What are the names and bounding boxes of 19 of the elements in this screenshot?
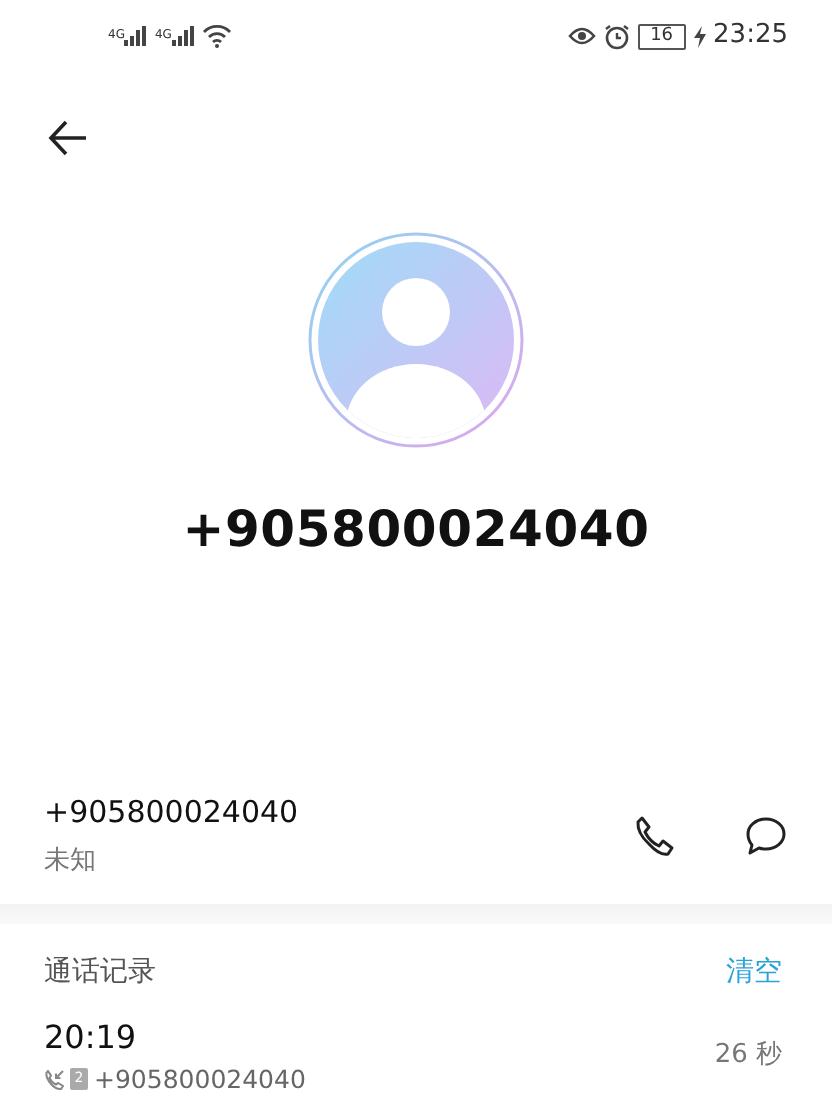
alarm-icon	[604, 23, 631, 49]
contact-number: +905800024040	[180, 498, 652, 562]
call-button[interactable]	[632, 811, 676, 859]
avatar-icon	[308, 232, 524, 448]
call-number: +905800024040	[94, 1061, 306, 1097]
clear-button[interactable]: 清空	[726, 951, 782, 993]
status-time: 23:25	[713, 18, 788, 55]
wifi-icon	[201, 24, 232, 48]
call-duration: 26 秒	[714, 1038, 782, 1075]
battery-level: 16	[638, 23, 686, 49]
incoming-call-icon	[44, 1069, 64, 1090]
phone-number: +905800024040	[44, 791, 299, 833]
call-time: 20:19	[44, 1015, 139, 1059]
charging-icon	[693, 25, 706, 47]
signal-icon	[171, 26, 194, 46]
number-label: 未知	[44, 844, 98, 880]
section-title: 通话记录	[44, 953, 156, 991]
eye-icon	[568, 26, 597, 46]
signal-icon	[124, 26, 147, 46]
